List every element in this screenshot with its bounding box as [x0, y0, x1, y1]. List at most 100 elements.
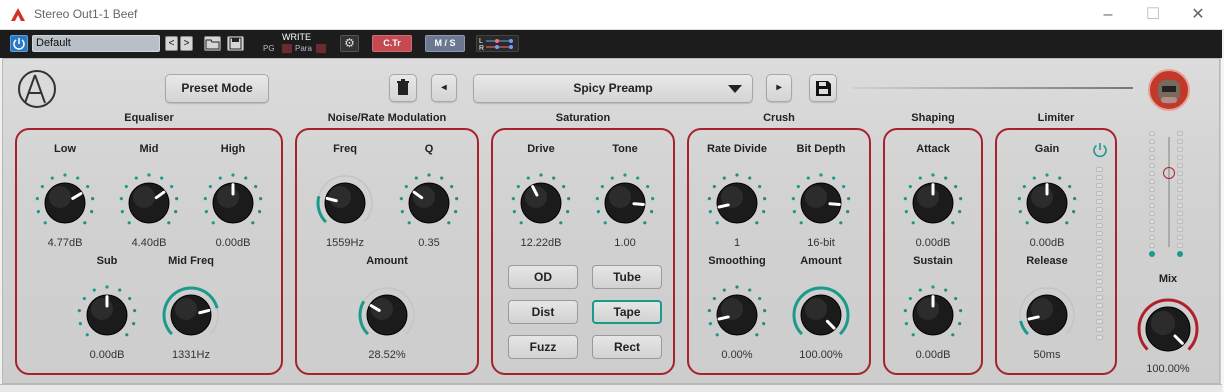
- limiter-meter-led: [1096, 263, 1103, 268]
- mix-fader-handle[interactable]: [1163, 167, 1175, 179]
- host-prev-preset-button[interactable]: <: [165, 36, 178, 51]
- power-button[interactable]: [10, 35, 28, 52]
- low-value: 4.77dB: [47, 237, 83, 249]
- mode-dist-button[interactable]: Dist: [508, 300, 578, 324]
- minimize-button[interactable]: –: [1093, 4, 1123, 26]
- limiter-meter-led: [1096, 279, 1103, 284]
- limiter-meter: [1096, 167, 1104, 347]
- delete-preset-button[interactable]: [389, 74, 417, 102]
- bit-depth-value: 16-bit: [807, 237, 835, 249]
- high-label: High: [220, 143, 246, 155]
- next-preset-button[interactable]: ▸: [766, 74, 792, 102]
- mix-meter-led: [1149, 163, 1155, 168]
- mix-meter-clip-led: [1177, 251, 1183, 257]
- host-save-button[interactable]: [227, 36, 244, 51]
- preset-mode-button[interactable]: Preset Mode: [165, 74, 269, 103]
- limiter-meter-led: [1096, 239, 1103, 244]
- mode-od-button[interactable]: OD: [508, 265, 578, 289]
- sustain-value: 0.00dB: [915, 349, 951, 361]
- limiter-meter-led: [1096, 207, 1103, 212]
- close-button[interactable]: ✕: [1183, 4, 1213, 26]
- limiter-meter-led: [1096, 271, 1103, 276]
- prev-preset-button[interactable]: ◂: [431, 74, 457, 102]
- bit-depth-knob[interactable]: [786, 168, 856, 238]
- sub-value: 0.00dB: [89, 349, 125, 361]
- q-knob[interactable]: [394, 168, 464, 238]
- ms-button[interactable]: M / S: [425, 35, 465, 52]
- high-knob[interactable]: [198, 168, 268, 238]
- mix-meter-led: [1149, 195, 1155, 200]
- limiter-meter-led: [1096, 199, 1103, 204]
- mix-meter-led: [1149, 139, 1155, 144]
- release-knob[interactable]: [1012, 280, 1082, 350]
- high-value: 0.00dB: [215, 237, 251, 249]
- freq-knob[interactable]: [310, 168, 380, 238]
- window-title: Stereo Out1-1 Beef: [34, 7, 138, 21]
- settings-button[interactable]: ⚙: [340, 35, 359, 52]
- limiter-meter-led: [1096, 175, 1103, 180]
- attack-label: Attack: [916, 143, 950, 155]
- mix-meter-led: [1149, 171, 1155, 176]
- mix-meter-led: [1177, 211, 1183, 216]
- svg-text:R: R: [479, 45, 484, 51]
- rate-divide-value: 1: [733, 237, 741, 249]
- para-toggle[interactable]: [316, 44, 326, 53]
- mix-knob[interactable]: [1133, 294, 1203, 364]
- sub-knob[interactable]: [72, 280, 142, 350]
- mid-value: 4.40dB: [131, 237, 167, 249]
- smoothing-knob[interactable]: [702, 280, 772, 350]
- mode-tape-button[interactable]: Tape: [592, 300, 662, 324]
- chevron-down-icon: [728, 85, 742, 93]
- mix-meter-led: [1177, 139, 1183, 144]
- rate-divide-knob[interactable]: [702, 168, 772, 238]
- saturation-title: Saturation: [555, 112, 611, 124]
- preset-dropdown[interactable]: Spicy Preamp: [473, 74, 753, 103]
- crush-amount-knob[interactable]: [786, 280, 856, 350]
- smoothing-label: Smoothing: [708, 255, 766, 267]
- maximize-button[interactable]: ☐: [1138, 4, 1168, 26]
- vertical-scrollbar[interactable]: [1220, 58, 1224, 392]
- mix-meter-led: [1177, 203, 1183, 208]
- freq-value: 1559Hz: [326, 237, 364, 249]
- channel-routing-button[interactable]: L R: [476, 35, 519, 52]
- mid-freq-knob[interactable]: [156, 280, 226, 350]
- ctr-button[interactable]: C.Tr: [372, 35, 412, 52]
- limiter-power-icon[interactable]: [1091, 141, 1109, 159]
- power-icon: [13, 38, 25, 50]
- save-preset-button[interactable]: [809, 74, 837, 102]
- noise-amount-value: 28.52%: [368, 349, 406, 361]
- drive-knob[interactable]: [506, 168, 576, 238]
- sustain-knob[interactable]: [898, 280, 968, 350]
- mode-rect-button[interactable]: Rect: [592, 335, 662, 359]
- mix-meter-led: [1149, 147, 1155, 152]
- low-knob[interactable]: [30, 168, 100, 238]
- mix-meter-led: [1149, 187, 1155, 192]
- mix-meter-led: [1149, 227, 1155, 232]
- host-next-preset-button[interactable]: >: [180, 36, 193, 51]
- mid-knob[interactable]: [114, 168, 184, 238]
- equaliser-title: Equaliser: [124, 112, 174, 124]
- limiter-meter-led: [1096, 311, 1103, 316]
- mode-fuzz-button[interactable]: Fuzz: [508, 335, 578, 359]
- header-divider: [853, 87, 1133, 89]
- open-folder-button[interactable]: [204, 36, 221, 51]
- mix-fader-track[interactable]: [1168, 137, 1170, 247]
- tone-knob[interactable]: [590, 168, 660, 238]
- mode-tube-button[interactable]: Tube: [592, 265, 662, 289]
- limiter-meter-led: [1096, 247, 1103, 252]
- pg-toggle[interactable]: [282, 44, 292, 53]
- noise-amount-knob[interactable]: [352, 280, 422, 350]
- mix-meter-led: [1149, 155, 1155, 160]
- attack-knob[interactable]: [898, 168, 968, 238]
- mix-meter-led: [1177, 227, 1183, 232]
- host-preset-field[interactable]: Default: [32, 35, 160, 52]
- mix-meter-led: [1149, 219, 1155, 224]
- mix-meter: [1149, 127, 1193, 257]
- limiter-meter-led: [1096, 215, 1103, 220]
- mix-meter-led: [1177, 243, 1183, 248]
- gain-knob[interactable]: [1012, 168, 1082, 238]
- mix-meter-led: [1149, 131, 1155, 136]
- limiter-meter-led: [1096, 287, 1103, 292]
- equaliser-panel: [15, 128, 283, 375]
- release-label: Release: [1026, 255, 1068, 267]
